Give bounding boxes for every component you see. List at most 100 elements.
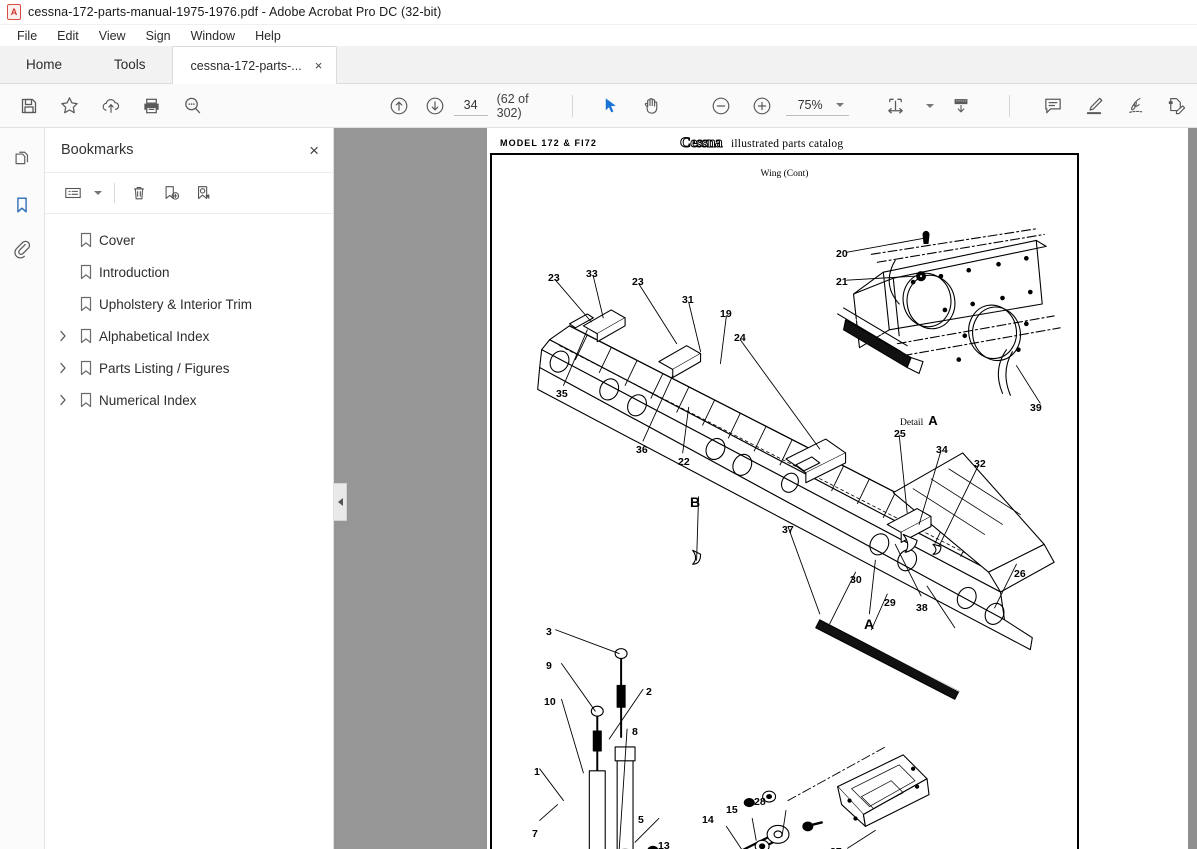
save-icon[interactable] xyxy=(8,88,49,124)
list-item[interactable]: Upholstery & Interior Trim xyxy=(45,288,333,320)
plus-circle-icon[interactable] xyxy=(741,88,782,124)
fit-width-chevron-icon[interactable] xyxy=(926,103,935,108)
page-count-label: (62 of 302) xyxy=(496,91,529,120)
tab-document-label: cessna-172-parts-... xyxy=(190,58,302,73)
tab-tools[interactable]: Tools xyxy=(88,46,172,83)
callout-2: 2 xyxy=(646,686,652,698)
bookmarks-list: Cover Introduction Upholstery & Interior… xyxy=(45,214,333,416)
bookmarks-panel: Bookmarks × Cover Introduction Upholster… xyxy=(45,128,334,849)
callout-10: 10 xyxy=(544,696,556,708)
figure-frame: Wing (Cont) Detail A 20 21 39 23 33 23 3… xyxy=(490,153,1079,849)
minus-circle-icon[interactable] xyxy=(700,88,741,124)
callout-9: 9 xyxy=(546,660,552,672)
list-item[interactable]: Introduction xyxy=(45,256,333,288)
tab-document[interactable]: cessna-172-parts-... × xyxy=(171,46,338,84)
cursor-arrow-icon[interactable] xyxy=(590,88,631,124)
bookmark-label: Alphabetical Index xyxy=(99,328,210,344)
callout-39: 39 xyxy=(1030,402,1042,414)
chevron-down-icon[interactable] xyxy=(836,103,845,107)
workspace: Bookmarks × Cover Introduction Upholster… xyxy=(0,128,1197,849)
callout-24: 24 xyxy=(734,332,746,344)
bookmark-label: Numerical Index xyxy=(99,392,197,408)
callout-29: 29 xyxy=(884,597,896,609)
callout-26: 26 xyxy=(1014,568,1026,580)
delete-bookmark-icon[interactable] xyxy=(124,179,154,207)
comment-icon[interactable] xyxy=(1033,88,1074,124)
callout-35: 35 xyxy=(556,388,568,400)
bookmarks-header: Bookmarks × xyxy=(45,128,333,172)
bookmarks-title: Bookmarks xyxy=(61,142,134,158)
callout-23a: 23 xyxy=(548,272,560,284)
options-list-icon[interactable] xyxy=(58,179,88,207)
zoom-level-field[interactable] xyxy=(786,95,850,116)
menu-sign[interactable]: Sign xyxy=(137,27,180,45)
list-item[interactable]: Alphabetical Index xyxy=(45,320,333,352)
fill-and-sign-icon[interactable] xyxy=(1156,88,1197,124)
options-chevron-icon[interactable] xyxy=(94,191,102,195)
list-item[interactable]: Numerical Index xyxy=(45,384,333,416)
window-title: cessna-172-parts-manual-1975-1976.pdf - … xyxy=(28,5,442,19)
new-bookmark-icon[interactable] xyxy=(156,179,186,207)
fit-width-icon[interactable] xyxy=(875,88,916,124)
star-icon[interactable] xyxy=(49,88,90,124)
pdf-page-header: MODEL 172 & FI72 Cessna illustrated part… xyxy=(500,133,1184,153)
list-item[interactable]: Parts Listing / Figures xyxy=(45,352,333,384)
close-icon[interactable]: × xyxy=(309,142,319,159)
menu-window[interactable]: Window xyxy=(182,27,244,45)
wing-assembly-drawing xyxy=(537,227,1061,849)
pdf-page: MODEL 172 & FI72 Cessna illustrated part… xyxy=(487,128,1197,849)
bookmark-icon xyxy=(73,328,99,344)
callout-1: 1 xyxy=(534,766,540,778)
arrow-up-circle-icon[interactable] xyxy=(381,88,417,124)
header-model-label: MODEL 172 & FI72 xyxy=(500,138,597,148)
find-bookmark-icon[interactable] xyxy=(188,179,218,207)
bookmark-label: Introduction xyxy=(99,264,170,280)
search-zoom-icon[interactable] xyxy=(172,88,213,124)
close-icon[interactable]: × xyxy=(315,58,323,73)
collapse-panel-handle[interactable] xyxy=(334,483,347,521)
bookmark-label: Upholstery & Interior Trim xyxy=(99,296,253,312)
callout-3: 3 xyxy=(546,626,552,638)
callout-13a: 13 xyxy=(658,840,670,849)
sign-icon[interactable] xyxy=(1115,88,1156,124)
menu-edit[interactable]: Edit xyxy=(48,27,88,45)
print-icon[interactable] xyxy=(131,88,172,124)
chevron-right-icon[interactable] xyxy=(53,362,73,374)
main-toolbar: (62 of 302) xyxy=(0,84,1197,128)
tab-strip: Home Tools cessna-172-parts-... × xyxy=(0,46,1197,84)
callout-23b: 23 xyxy=(632,276,644,288)
header-subtitle: illustrated parts catalog xyxy=(731,137,844,150)
bookmark-icon xyxy=(73,264,99,280)
page-number-input[interactable] xyxy=(453,95,488,116)
callout-21: 21 xyxy=(836,276,848,288)
menu-view[interactable]: View xyxy=(90,27,135,45)
zoom-level-input[interactable] xyxy=(788,98,833,112)
navigation-rail xyxy=(0,128,45,849)
pointer-label-a: A xyxy=(864,616,875,632)
pointer-label-b: B xyxy=(690,494,701,510)
bookmark-icon xyxy=(73,296,99,312)
scroll-page-icon[interactable] xyxy=(940,88,981,124)
callout-34: 34 xyxy=(936,444,948,456)
callout-5: 5 xyxy=(638,814,644,826)
highlight-icon[interactable] xyxy=(1074,88,1115,124)
paperclip-icon[interactable] xyxy=(7,235,37,265)
bookmark-icon xyxy=(73,360,99,376)
menu-file[interactable]: File xyxy=(8,27,46,45)
bookmarks-toolbar xyxy=(45,172,333,214)
tab-home[interactable]: Home xyxy=(0,46,88,83)
cloud-upload-icon[interactable] xyxy=(90,88,131,124)
arrow-down-circle-icon[interactable] xyxy=(417,88,453,124)
acrobat-window: A cessna-172-parts-manual-1975-1976.pdf … xyxy=(0,0,1197,849)
page-thumbnails-icon[interactable] xyxy=(7,145,37,175)
document-viewer[interactable]: MODEL 172 & FI72 Cessna illustrated part… xyxy=(334,128,1197,849)
bookmark-icon[interactable] xyxy=(7,190,37,220)
list-item[interactable]: Cover xyxy=(45,224,333,256)
chevron-right-icon[interactable] xyxy=(53,394,73,406)
menu-help[interactable]: Help xyxy=(246,27,290,45)
hand-icon[interactable] xyxy=(631,88,672,124)
bookmark-label: Cover xyxy=(99,232,136,248)
callout-30: 30 xyxy=(850,574,862,586)
cessna-logo: Cessna xyxy=(679,134,723,151)
chevron-right-icon[interactable] xyxy=(53,330,73,342)
